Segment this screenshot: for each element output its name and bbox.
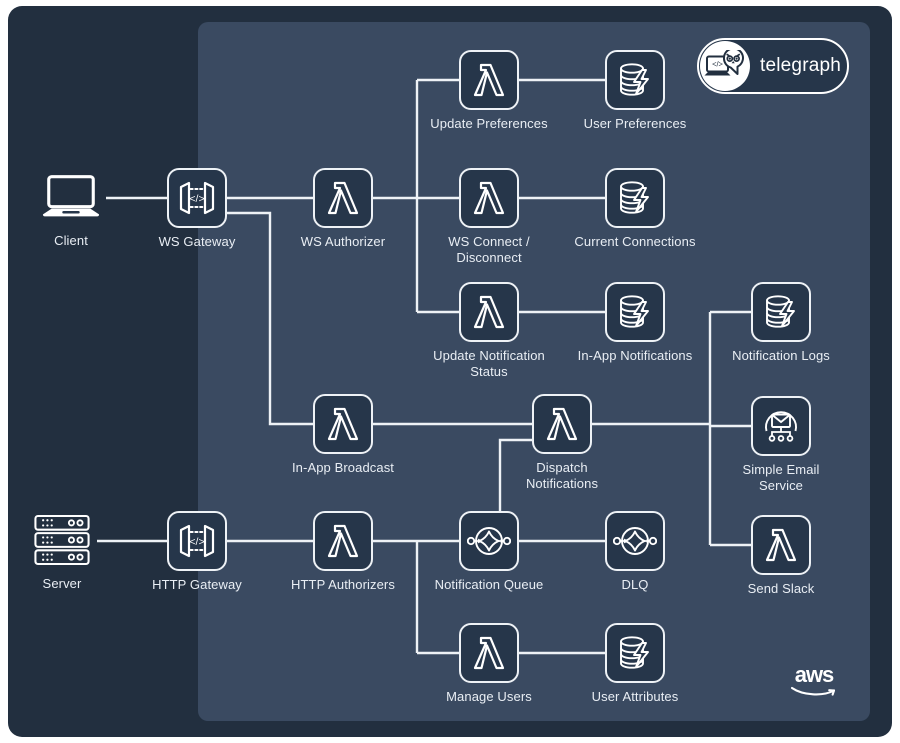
api-gateway-icon: </> [167,168,227,228]
lambda-icon [459,623,519,683]
lambda-icon [313,394,373,454]
api-gateway-icon: </> [167,511,227,571]
dynamodb-icon [605,50,665,110]
lambda-icon [313,168,373,228]
node-label: Current Connections [574,234,696,249]
owl-laptop-icon: </> [700,41,750,91]
diagram-canvas: Client </> WS Gateway WS Authorizer Upda… [0,0,900,743]
telegraph-brand-badge[interactable]: </> telegraph [697,38,849,94]
node-label: In-App Broadcast [291,460,395,475]
node-label: User Attributes [591,689,679,704]
sqs-icon [605,511,665,571]
ses-icon [751,396,811,456]
svg-text:</>: </> [189,193,204,205]
server-rack-icon [32,510,92,570]
node-label: Dispatch Notifications [525,460,599,491]
node-label: Simple Email Service [742,462,820,493]
aws-logo: aws [789,664,839,699]
lambda-icon [751,515,811,575]
brand-name: telegraph [760,55,842,76]
dynamodb-icon [605,623,665,683]
lambda-icon [459,282,519,342]
sqs-icon [459,511,519,571]
lambda-icon [532,394,592,454]
dynamodb-icon [605,168,665,228]
svg-text:</>: </> [189,536,204,548]
node-label: User Preferences [583,116,687,131]
svg-text:</>: </> [712,60,723,69]
dynamodb-icon [751,282,811,342]
dynamodb-icon [605,282,665,342]
node-label: Notification Logs [732,348,830,363]
lambda-icon [459,50,519,110]
lambda-icon [313,511,373,571]
lambda-icon [459,168,519,228]
node-label: Send Slack [747,581,815,596]
laptop-icon [41,167,101,227]
